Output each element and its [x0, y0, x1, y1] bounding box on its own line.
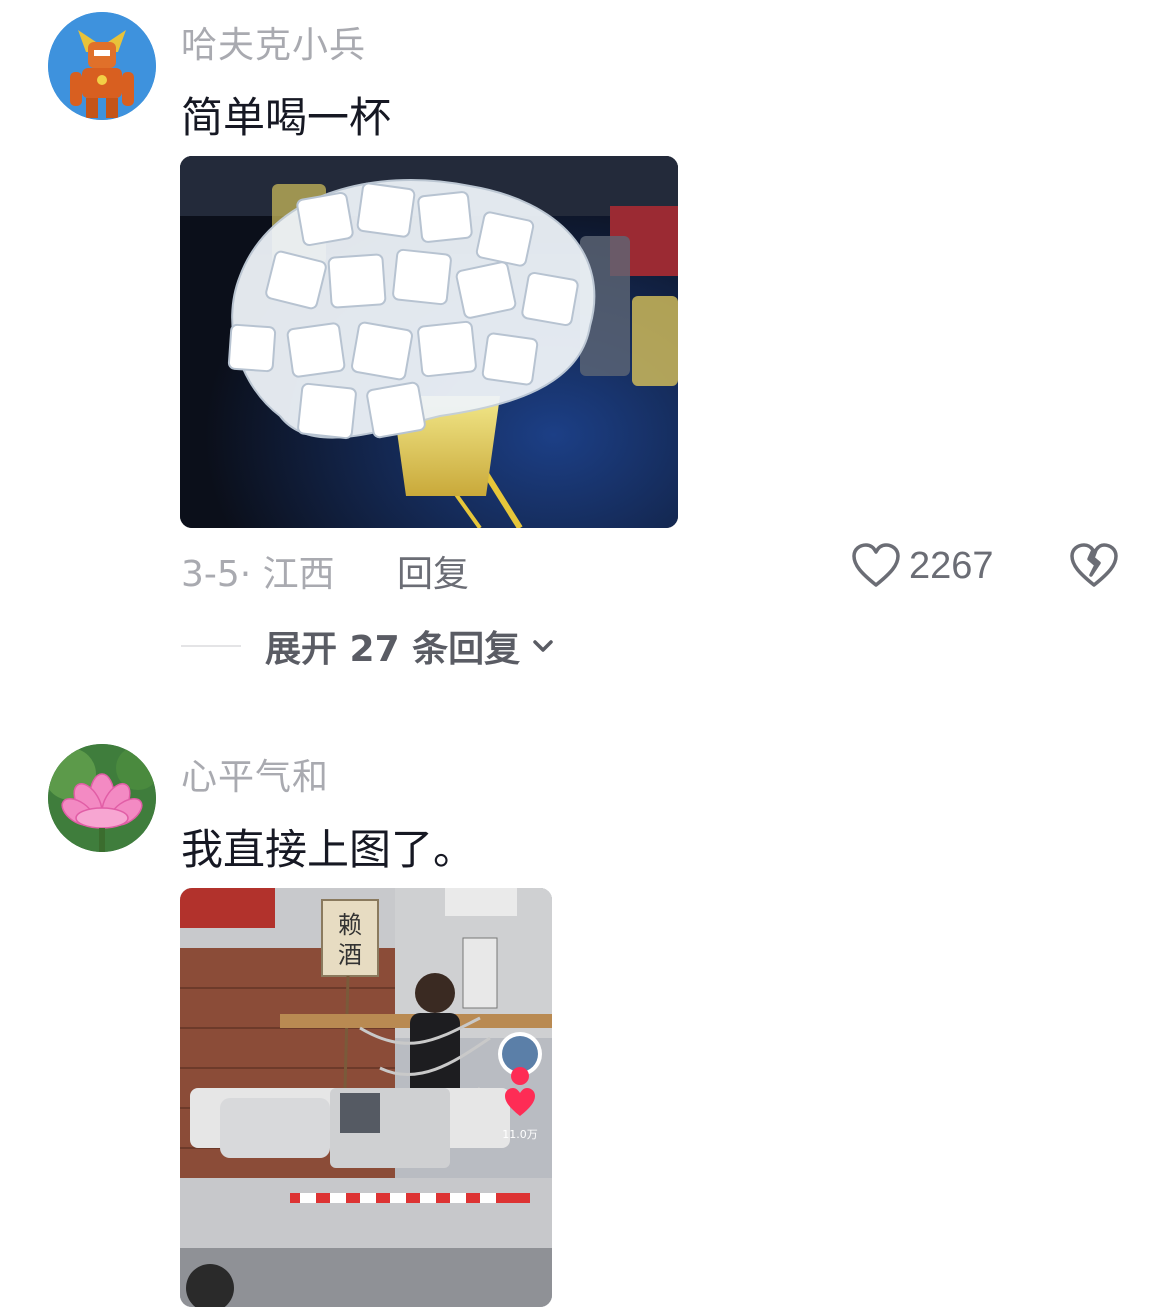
comment-image[interactable]: 赖 酒 11.0万: [180, 888, 552, 1307]
comment-meta: 3-5· 江西 回复 2267: [181, 541, 1141, 595]
comment-date-location: 3-5· 江西: [181, 554, 335, 595]
reply-button[interactable]: 回复: [397, 545, 469, 597]
like-button[interactable]: 2267: [851, 541, 994, 591]
user-avatar[interactable]: [48, 12, 156, 120]
lotus-avatar-icon: [48, 744, 156, 852]
chevron-down-icon: [533, 640, 553, 652]
username[interactable]: 哈夫克小兵: [181, 16, 366, 68]
broken-heart-icon: [1070, 543, 1118, 587]
heart-outline-icon: [852, 543, 900, 587]
divider: [181, 645, 241, 647]
video-like-count: 11.0万: [502, 1128, 538, 1141]
truck-photo-icon: 赖 酒 11.0万: [180, 888, 552, 1307]
ice-beer-photo-icon: [180, 156, 678, 528]
comment-text: 简单喝一杯: [181, 93, 392, 142]
like-count: 2267: [909, 544, 994, 587]
expand-replies-label: 展开 27 条回复: [265, 629, 521, 670]
comment-text: 我直接上图了。: [181, 825, 476, 874]
user-avatar[interactable]: [48, 744, 156, 852]
sign-char-1: 赖: [338, 911, 362, 939]
sign-char-2: 酒: [338, 941, 362, 969]
expand-replies-button[interactable]: 展开 27 条回复: [181, 620, 556, 672]
username[interactable]: 心平气和: [181, 748, 329, 800]
comment-item: 哈夫克小兵 简单喝一杯 3-5· 江西 回复 2267 展开 27 条回复: [0, 0, 1169, 700]
robot-avatar-icon: [48, 12, 156, 120]
comment-image[interactable]: [180, 156, 678, 528]
comment-item: 心平气和 我直接上图了。 赖 酒 11.0万: [0, 700, 1169, 1307]
dislike-button[interactable]: [1069, 541, 1119, 591]
